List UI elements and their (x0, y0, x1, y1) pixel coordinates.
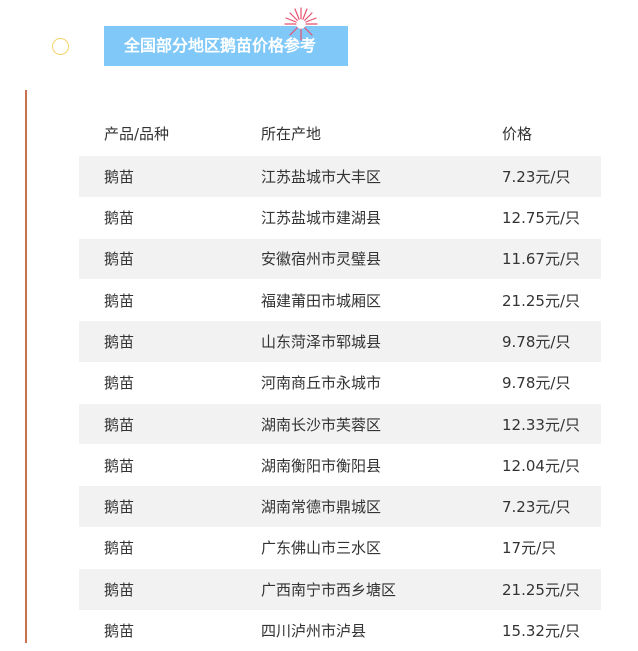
table-cell-price: 9.78元/只 (502, 332, 571, 351)
table-cell-origin: 湖南衡阳市衡阳县 (261, 456, 382, 475)
table-row: 鹅苗 湖南长沙市芙蓉区 12.33元/只 (79, 403, 601, 445)
table-header-row: 产品/品种 所在产地 价格 (79, 110, 601, 156)
column-header-origin: 所在产地 (261, 124, 322, 143)
table-cell-product: 鹅苗 (104, 250, 135, 269)
table-row: 鹅苗 江苏盐城市建湖县 12.75元/只 (79, 197, 601, 238)
table-cell-product: 鹅苗 (104, 415, 135, 434)
table-row: 鹅苗 湖南常德市鼎城区 7.23元/只 (79, 486, 601, 527)
table-cell-price: 15.32元/只 (502, 621, 580, 640)
table-row: 鹅苗 山东菏泽市郓城县 9.78元/只 (79, 321, 601, 362)
table-cell-product: 鹅苗 (104, 209, 135, 228)
table-row: 鹅苗 江苏盐城市大丰区 7.23元/只 (79, 156, 601, 197)
table-cell-origin: 广东佛山市三水区 (261, 539, 382, 558)
table-cell-origin: 湖南常德市鼎城区 (261, 498, 382, 517)
table-row: 鹅苗 安徽宿州市灵璧县 11.67元/只 (79, 238, 601, 280)
table-row: 鹅苗 广西南宁市西乡塘区 21.25元/只 (79, 568, 601, 610)
price-table: 产品/品种 所在产地 价格 鹅苗 江苏盐城市大丰区 7.23元/只 鹅苗 江苏盐城市建湖… (79, 110, 601, 651)
table-cell-product: 鹅苗 (104, 332, 135, 351)
table-cell-price: 7.23元/只 (502, 167, 571, 186)
column-header-price: 价格 (502, 124, 533, 143)
table-cell-product: 鹅苗 (104, 621, 135, 640)
table-cell-price: 12.75元/只 (502, 209, 580, 228)
firework-icon (284, 7, 318, 41)
table-cell-origin: 山东菏泽市郓城县 (261, 332, 382, 351)
table-cell-product: 鹅苗 (104, 456, 135, 475)
table-cell-origin: 河南商丘市永城市 (261, 374, 382, 393)
table-cell-price: 12.04元/只 (502, 456, 580, 475)
left-divider (25, 90, 27, 643)
table-cell-origin: 广西南宁市西乡塘区 (261, 580, 397, 599)
table-cell-origin: 福建莆田市城厢区 (261, 291, 382, 310)
table-cell-origin: 江苏盐城市建湖县 (261, 209, 382, 228)
table-cell-price: 9.78元/只 (502, 374, 571, 393)
table-cell-product: 鹅苗 (104, 580, 135, 599)
table-cell-product: 鹅苗 (104, 374, 135, 393)
decorative-circle (52, 38, 69, 55)
table-cell-price: 7.23元/只 (502, 498, 571, 517)
table-cell-origin: 四川泸州市泸县 (261, 621, 367, 640)
table-cell-price: 21.25元/只 (502, 291, 580, 310)
table-cell-price: 11.67元/只 (502, 250, 580, 269)
table-cell-price: 21.25元/只 (502, 580, 580, 599)
table-row: 鹅苗 河南商丘市永城市 9.78元/只 (79, 362, 601, 403)
table-cell-price: 17元/只 (502, 539, 557, 558)
table-cell-product: 鹅苗 (104, 291, 135, 310)
table-row: 鹅苗 福建莆田市城厢区 21.25元/只 (79, 280, 601, 321)
table-cell-price: 12.33元/只 (502, 415, 580, 434)
table-row: 鹅苗 四川泸州市泸县 15.32元/只 (79, 610, 601, 651)
table-cell-product: 鹅苗 (104, 498, 135, 517)
column-header-product: 产品/品种 (104, 124, 170, 143)
table-row: 鹅苗 湖南衡阳市衡阳县 12.04元/只 (79, 445, 601, 486)
table-cell-origin: 湖南长沙市芙蓉区 (261, 415, 382, 434)
table-row: 鹅苗 广东佛山市三水区 17元/只 (79, 528, 601, 569)
table-cell-origin: 安徽宿州市灵璧县 (261, 250, 382, 269)
table-body: 鹅苗 江苏盐城市大丰区 7.23元/只 鹅苗 江苏盐城市建湖县 12.75元/只 鹅苗 安徽宿… (79, 156, 601, 651)
table-cell-product: 鹅苗 (104, 539, 135, 558)
table-cell-product: 鹅苗 (104, 167, 135, 186)
table-cell-origin: 江苏盐城市大丰区 (261, 167, 382, 186)
